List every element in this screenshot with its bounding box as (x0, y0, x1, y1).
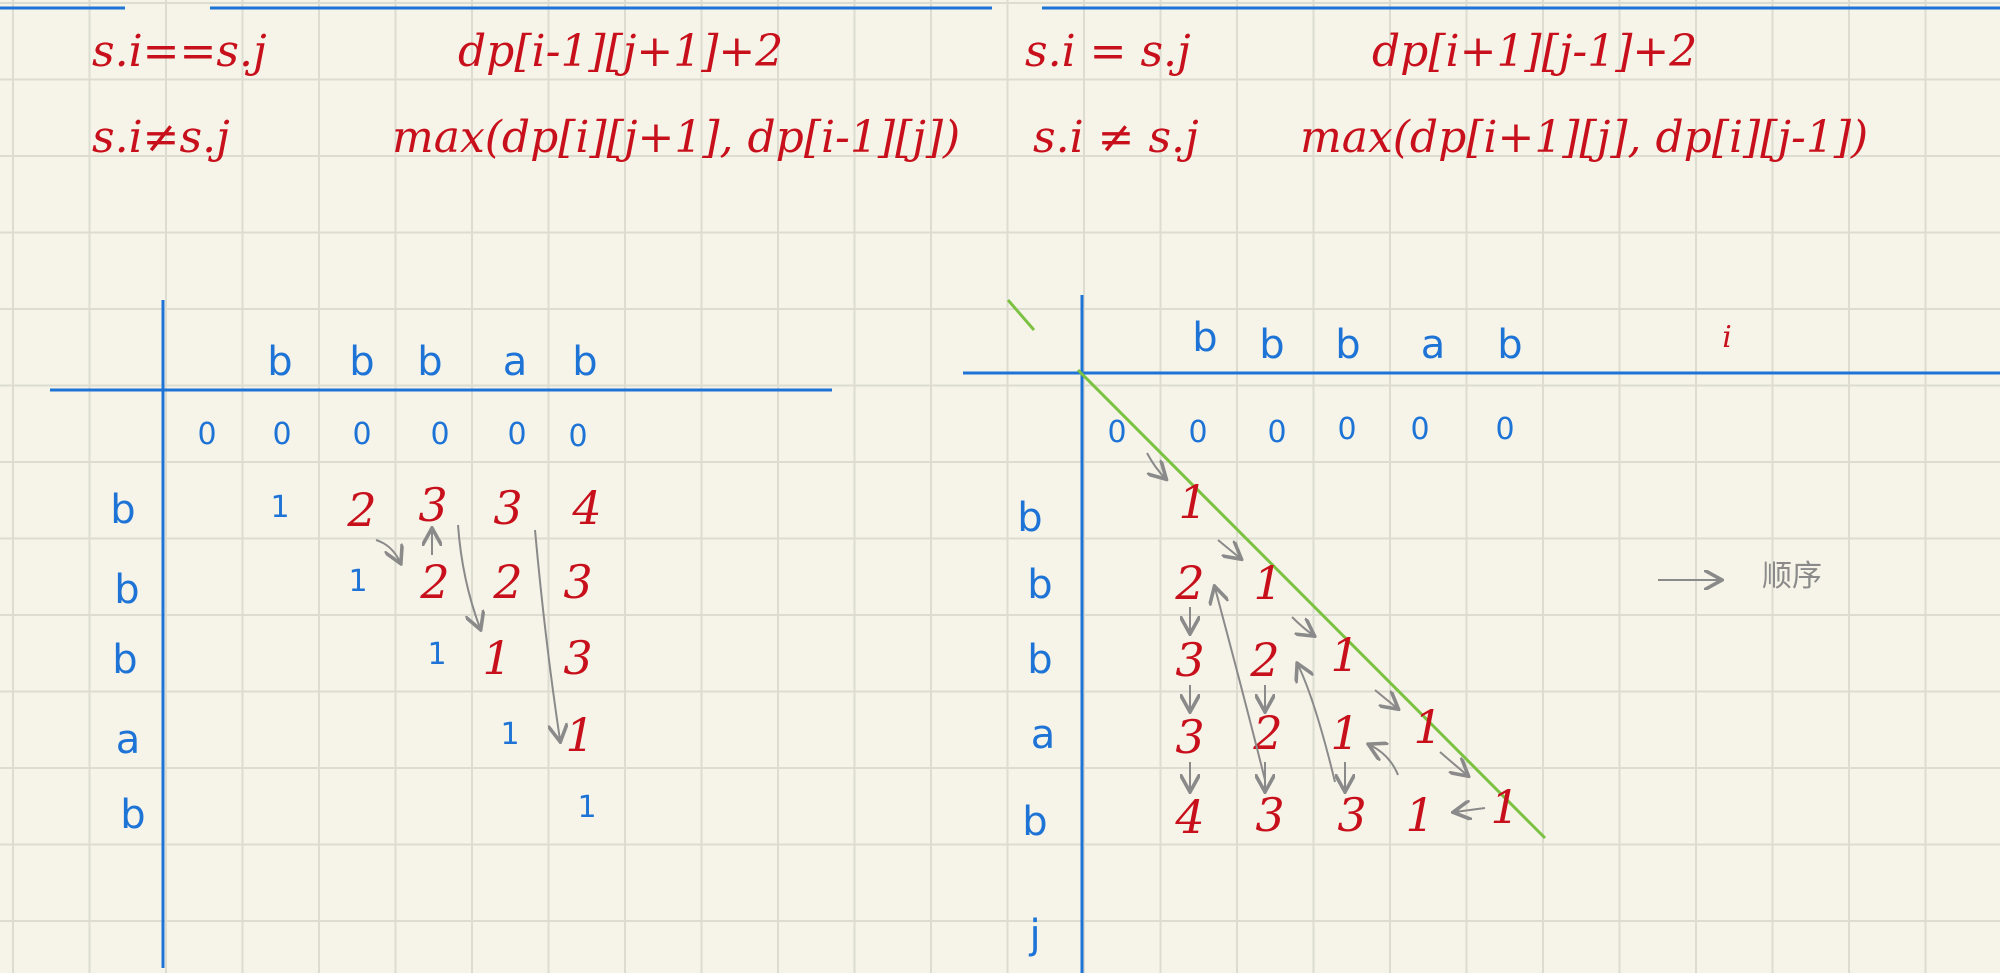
right-table-arrows (1146, 452, 2000, 973)
notebook-page: s.i==s.j dp[i-1][j+1]+2 s.i≠s.j max(dp[i… (0, 0, 2000, 973)
direction-note: 顺序 (1762, 559, 1822, 594)
